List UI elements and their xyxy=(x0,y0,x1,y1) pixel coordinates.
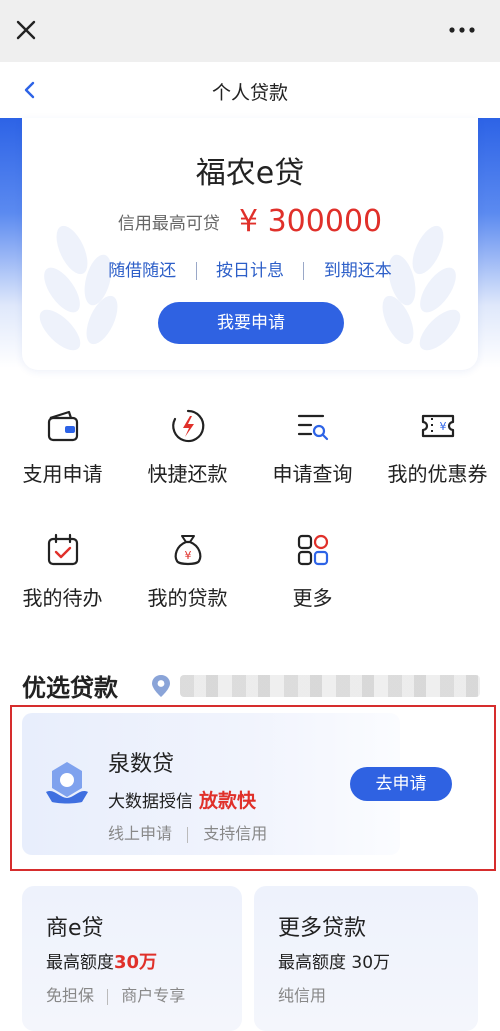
limit-row: 信用最高可贷 ¥ 300000 xyxy=(22,204,478,239)
close-icon[interactable] xyxy=(12,16,40,44)
entry-label: 快捷还款 xyxy=(147,462,228,486)
loan-card-tags: 免担保 商户专享 xyxy=(46,982,185,1006)
entry-label: 我的优惠券 xyxy=(387,462,488,486)
coupon-icon: ¥ xyxy=(421,414,454,438)
more-icon[interactable] xyxy=(444,18,480,42)
divider xyxy=(107,988,109,1005)
apply-button[interactable]: 我要申请 xyxy=(158,302,344,344)
tag: 纯信用 xyxy=(278,986,327,1005)
lightning-icon xyxy=(171,409,204,443)
entry-my-coupons[interactable]: ¥ 我的优惠券 xyxy=(375,400,500,510)
page-title: 个人贷款 xyxy=(211,82,288,104)
loan-card-limit: 最高额度30万 xyxy=(46,948,157,974)
featured-loan-desc-text: 大数据授信 xyxy=(108,792,193,812)
entry-more[interactable]: 更多 xyxy=(250,524,375,634)
divider xyxy=(195,262,197,280)
top-bar xyxy=(0,0,500,62)
featured-loan-tags: 线上申请 支持信用 xyxy=(108,820,267,844)
loan-card-title: 更多贷款 xyxy=(278,916,367,941)
divider xyxy=(303,262,305,280)
wallet-icon xyxy=(47,410,78,442)
tag: 线上申请 xyxy=(108,824,173,843)
feature-item: 到期还本 xyxy=(323,261,392,281)
featured-loan-name: 泉数贷 xyxy=(108,752,175,777)
entry-apply-query[interactable]: 申请查询 xyxy=(250,400,375,510)
tag: 免担保 xyxy=(46,986,95,1005)
entry-label: 支用申请 xyxy=(22,462,103,486)
calendar-check-icon xyxy=(47,533,78,566)
entry-quick-repay[interactable]: 快捷还款 xyxy=(125,400,250,510)
tag: 支持信用 xyxy=(203,824,268,843)
entry-label: 申请查询 xyxy=(272,462,353,486)
search-list-icon xyxy=(297,414,328,441)
loan-card-limit: 最高额度 30万 xyxy=(278,953,391,973)
featured-apply-button[interactable]: 去申请 xyxy=(350,767,452,801)
nav-bar: 个人贷款 xyxy=(0,62,500,118)
limit-value: ¥ 300000 xyxy=(238,204,383,239)
loan-card-tags: 纯信用 xyxy=(278,982,326,1006)
quanshu-loan-icon xyxy=(46,762,88,804)
entry-withdraw-apply[interactable]: 支用申请 xyxy=(0,400,125,510)
loan-card-shang-e[interactable]: 商e贷 最高额度30万 免担保 商户专享 xyxy=(22,886,242,1031)
featured-loan-desc: 大数据授信 放款快 xyxy=(108,786,256,813)
money-bag-icon: ¥ xyxy=(174,535,201,566)
svg-text:¥: ¥ xyxy=(184,549,191,562)
grid-icon xyxy=(297,534,328,566)
entry-my-todo[interactable]: 我的待办 xyxy=(0,524,125,634)
entry-label: 我的待办 xyxy=(22,586,103,610)
divider xyxy=(187,826,189,843)
section-title: 优选贷款 xyxy=(22,674,118,702)
entry-label: 更多 xyxy=(292,586,333,610)
feature-item: 按日计息 xyxy=(216,261,284,281)
product-name: 福农e贷 xyxy=(195,156,305,191)
feature-list: 随借随还 按日计息 到期还本 xyxy=(22,256,478,281)
loan-card-more[interactable]: 更多贷款 最高额度 30万 纯信用 xyxy=(254,886,478,1031)
entry-my-loans[interactable]: ¥ 我的贷款 xyxy=(125,524,250,634)
tag: 商户专享 xyxy=(121,986,186,1005)
feature-item: 随借随还 xyxy=(108,261,177,281)
loan-card: 福农e贷 信用最高可贷 ¥ 300000 随借随还 按日计息 到期还本 我要申请 xyxy=(22,118,478,370)
limit-label: 信用最高可贷 xyxy=(117,214,220,234)
location-pin-icon[interactable] xyxy=(150,673,172,699)
entry-label: 我的贷款 xyxy=(147,586,228,610)
loan-card-limit-value: 30万 xyxy=(114,952,158,973)
svg-text:¥: ¥ xyxy=(439,420,446,433)
location-text-blurred[interactable] xyxy=(180,675,480,697)
loan-card-limit-prefix: 最高额度 xyxy=(46,953,114,973)
featured-loan-highlight: 放款快 xyxy=(199,790,257,812)
loan-card-title: 商e贷 xyxy=(46,916,104,941)
